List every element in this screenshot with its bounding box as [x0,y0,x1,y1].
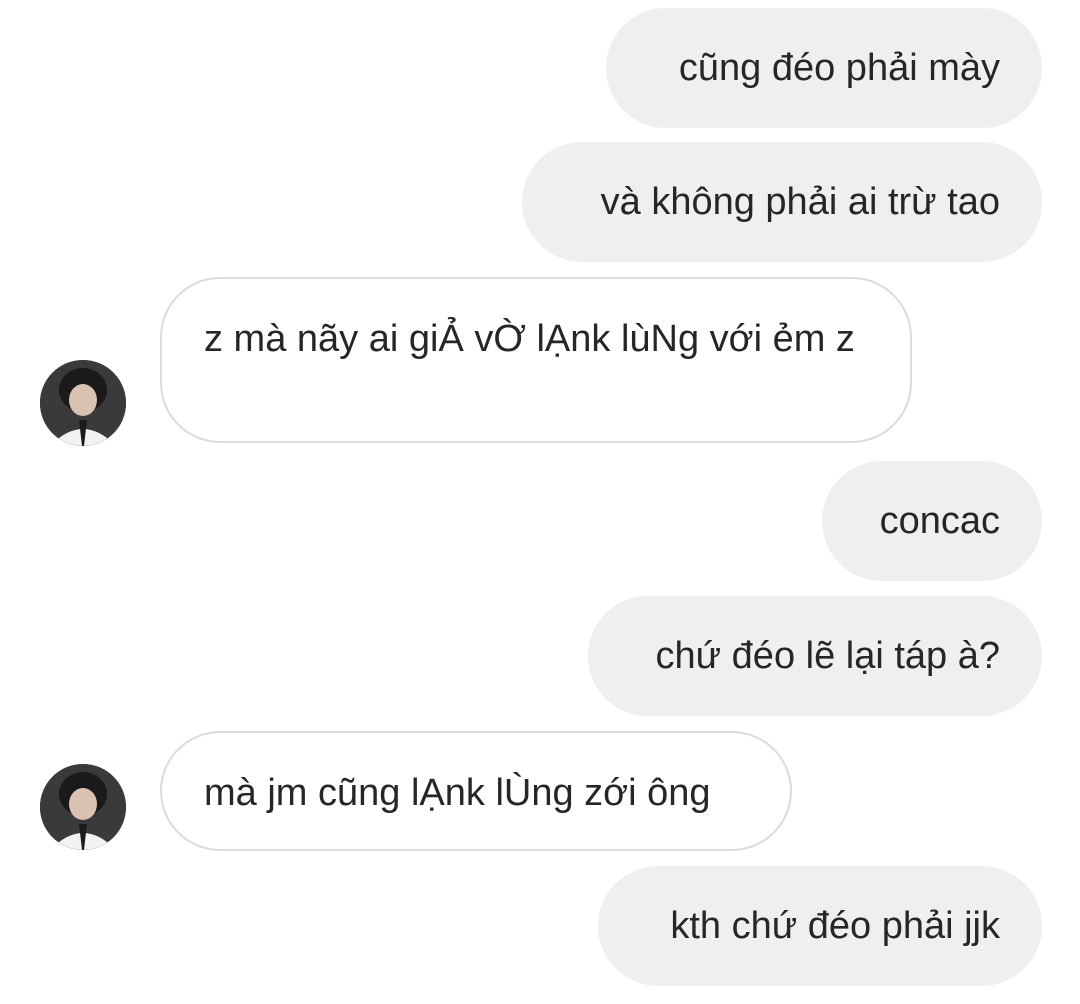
user-avatar-photo [40,360,126,446]
outgoing-message[interactable]: concac [822,461,1042,581]
incoming-message[interactable]: mà jm cũng lẠnk lÙng zới ông [160,731,792,851]
avatar[interactable] [40,360,126,446]
user-avatar-photo [40,764,126,850]
incoming-message[interactable]: z mà nãy ai giẢ vỜ lẠnk lùNg với ẻm z [160,277,912,443]
outgoing-message[interactable]: chứ đéo lẽ lại táp à? [588,596,1042,716]
outgoing-message[interactable]: và không phải ai trừ tao [522,142,1042,262]
outgoing-message[interactable]: cũng đéo phải mày [606,8,1042,128]
outgoing-message[interactable]: kth chứ đéo phải jjk [598,866,1042,986]
chat-thread: cũng đéo phải mày và không phải ai trừ t… [0,0,1080,1004]
avatar[interactable] [40,764,126,850]
